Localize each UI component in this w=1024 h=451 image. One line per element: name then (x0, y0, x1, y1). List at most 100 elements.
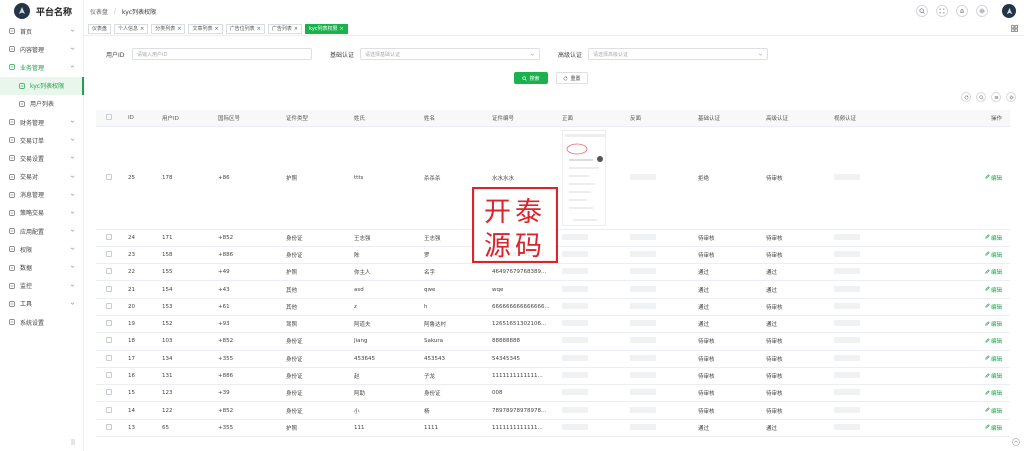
tab-4[interactable]: 广告位列表 × (225, 23, 265, 34)
row-checkbox[interactable] (106, 389, 112, 396)
sidebar-item-10[interactable]: 策略交易 (0, 204, 84, 222)
edit-button[interactable]: 编辑 (926, 407, 1010, 415)
sidebar-item-6[interactable]: 交易订单 (0, 131, 84, 149)
sidebar-item-5[interactable]: 财务管理 (0, 113, 84, 131)
row-checkbox[interactable] (106, 268, 112, 275)
video-auth-image[interactable] (834, 406, 860, 413)
user-id-input[interactable]: 请输入用户ID (132, 48, 312, 60)
row-checkbox[interactable] (106, 233, 112, 240)
id-front-image[interactable] (562, 372, 588, 379)
logo-row[interactable]: 平台名称 (0, 0, 83, 22)
gear-icon[interactable] (1006, 92, 1016, 102)
id-back-image[interactable] (630, 250, 656, 257)
id-front-image[interactable] (562, 406, 588, 413)
id-front-image[interactable] (562, 354, 588, 361)
edit-button[interactable]: 编辑 (926, 389, 1010, 397)
sidebar-item-11[interactable]: 应用配置 (0, 222, 84, 240)
edit-button[interactable]: 编辑 (926, 234, 1010, 242)
row-checkbox[interactable] (106, 337, 112, 344)
refresh-icon[interactable] (961, 92, 971, 102)
video-auth-image[interactable] (834, 268, 860, 275)
row-checkbox[interactable] (106, 406, 112, 413)
video-auth-image[interactable] (834, 320, 860, 327)
id-front-image[interactable] (562, 268, 588, 275)
column-settings-icon[interactable] (991, 92, 1001, 102)
sidebar-item-16[interactable]: 系统设置 (0, 313, 84, 331)
id-back-image[interactable] (630, 354, 656, 361)
close-icon[interactable]: × (340, 26, 344, 32)
close-icon[interactable]: × (257, 26, 261, 32)
edit-button[interactable]: 编辑 (926, 268, 1010, 276)
bell-icon[interactable] (956, 5, 968, 17)
row-checkbox[interactable] (106, 372, 112, 379)
sidebar-item-8[interactable]: 交易对 (0, 168, 84, 186)
id-front-image[interactable] (562, 233, 588, 240)
id-back-image[interactable] (630, 233, 656, 240)
tab-6[interactable]: kyc列表权限 × (305, 23, 348, 34)
video-auth-image[interactable] (834, 173, 860, 180)
breadcrumb-home[interactable]: 仪表盘 (90, 7, 108, 16)
tab-0[interactable]: 仪表盘 (88, 23, 112, 34)
avatar[interactable] (1002, 4, 1016, 18)
id-front-image[interactable] (562, 285, 588, 292)
edit-button[interactable]: 编辑 (926, 372, 1010, 380)
sidebar-item-13[interactable]: 数据 (0, 258, 84, 276)
basic-auth-select[interactable]: 请选择基础认证 (360, 48, 540, 60)
row-checkbox[interactable] (106, 250, 112, 257)
select-all-checkbox[interactable] (106, 113, 112, 120)
scroll-top-icon[interactable] (1012, 438, 1020, 446)
id-back-image[interactable] (630, 320, 656, 327)
id-back-image[interactable] (630, 268, 656, 275)
id-front-image[interactable] (562, 129, 606, 226)
collapse-icon[interactable] (70, 439, 76, 445)
sidebar-item-9[interactable]: 消息管理 (0, 186, 84, 204)
fullscreen-icon[interactable] (936, 5, 948, 17)
id-front-image[interactable] (562, 320, 588, 327)
id-back-image[interactable] (630, 423, 656, 430)
edit-button[interactable]: 编辑 (926, 355, 1010, 363)
row-checkbox[interactable] (106, 354, 112, 361)
row-checkbox[interactable] (106, 285, 112, 292)
video-auth-image[interactable] (834, 233, 860, 240)
row-checkbox[interactable] (106, 302, 112, 309)
id-front-image[interactable] (562, 337, 588, 344)
edit-button[interactable]: 编辑 (926, 286, 1010, 294)
id-back-image[interactable] (630, 285, 656, 292)
id-front-image[interactable] (562, 250, 588, 257)
edit-button[interactable]: 编辑 (926, 251, 1010, 259)
id-back-image[interactable] (630, 389, 656, 396)
close-icon[interactable]: × (177, 26, 181, 32)
tab-2[interactable]: 分类列表 × (151, 23, 186, 34)
id-front-image[interactable] (562, 423, 588, 430)
close-icon[interactable]: × (140, 26, 144, 32)
video-auth-image[interactable] (834, 250, 860, 257)
video-auth-image[interactable] (834, 389, 860, 396)
row-checkbox[interactable] (106, 320, 112, 327)
sidebar-item-7[interactable]: 交易设置 (0, 149, 84, 167)
id-back-image[interactable] (630, 406, 656, 413)
id-front-image[interactable] (562, 302, 588, 309)
row-checkbox[interactable] (106, 423, 112, 430)
id-back-image[interactable] (630, 302, 656, 309)
close-icon[interactable]: × (214, 26, 218, 32)
id-back-image[interactable] (630, 337, 656, 344)
video-auth-image[interactable] (834, 372, 860, 379)
video-auth-image[interactable] (834, 423, 860, 430)
sidebar-item-12[interactable]: 权限 (0, 240, 84, 258)
sidebar-item-4[interactable]: 用户列表 (0, 95, 84, 113)
grid-icon[interactable] (1011, 25, 1018, 32)
sidebar-item-15[interactable]: 工具 (0, 295, 84, 313)
tab-5[interactable]: 广告列表 × (267, 23, 303, 34)
edit-button[interactable]: 编辑 (926, 320, 1010, 328)
sidebar-item-3[interactable]: kyc列表权限 (0, 76, 84, 95)
sidebar-item-0[interactable]: 首页 (0, 22, 84, 40)
sidebar-item-2[interactable]: 业务管理 (0, 58, 84, 76)
sidebar-item-14[interactable]: 监控 (0, 277, 84, 295)
edit-button[interactable]: 编辑 (926, 174, 1010, 182)
close-icon[interactable]: × (294, 26, 298, 32)
video-auth-image[interactable] (834, 354, 860, 361)
sidebar-item-1[interactable]: 内容管理 (0, 40, 84, 58)
video-auth-image[interactable] (834, 302, 860, 309)
video-auth-image[interactable] (834, 337, 860, 344)
search-button[interactable]: 搜索 (514, 72, 548, 84)
